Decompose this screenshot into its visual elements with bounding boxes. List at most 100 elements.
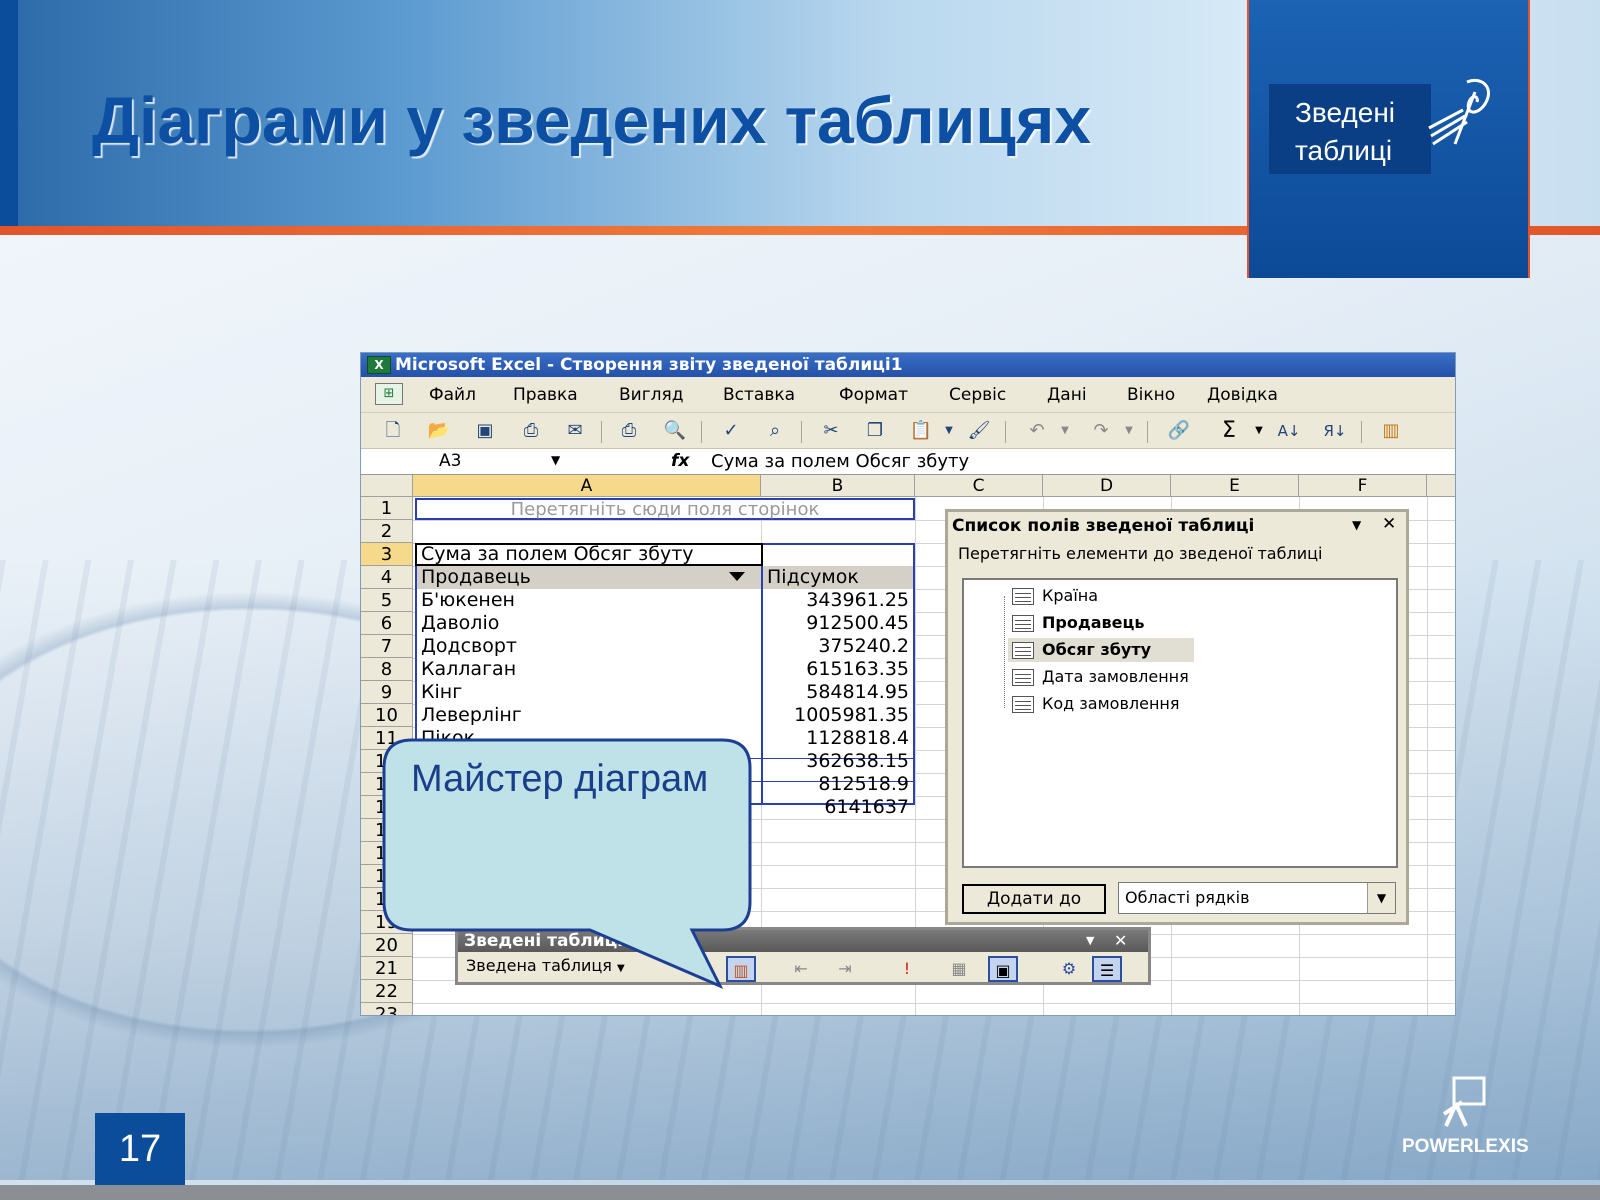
menu-insert[interactable]: Вставка	[723, 385, 795, 405]
row-field-label[interactable]: Продавець	[421, 566, 531, 589]
include-hidden-items-icon[interactable]: ▦	[944, 956, 974, 982]
refresh-data-icon[interactable]: !	[892, 956, 922, 982]
row-header[interactable]: 19	[361, 911, 413, 934]
paste-dropdown-icon[interactable]: ▼	[935, 418, 963, 444]
col-header-b[interactable]: B	[761, 475, 915, 497]
seller-name[interactable]: Б'юкенен	[421, 589, 515, 612]
sort-descending-icon[interactable]: Я↓	[1321, 418, 1349, 444]
add-to-button[interactable]: Додати до	[962, 884, 1106, 914]
hyperlink-icon[interactable]: 🔗	[1165, 418, 1193, 444]
always-display-items-icon[interactable]: ▣	[988, 956, 1018, 982]
row-header[interactable]: 9	[361, 681, 413, 704]
field-item[interactable]: Дата замовлення	[1008, 665, 1189, 689]
worksheet-grid[interactable]: A B C D E F 1 2 3 4 5 6 7 8 9 10 11 12 1…	[361, 475, 1455, 1015]
row-header[interactable]: 17	[361, 865, 413, 888]
seller-total[interactable]: 1128818.4	[765, 727, 909, 750]
col-header-d[interactable]: D	[1043, 475, 1171, 497]
row-header[interactable]: 14	[361, 796, 413, 819]
seller-total[interactable]: 584814.95	[765, 681, 909, 704]
page-drop-area[interactable]: Перетягніть сюди поля сторінок	[415, 498, 915, 520]
grand-total-value[interactable]: 6141637	[765, 796, 909, 819]
pivot-table-menu[interactable]: Зведена таблиця ▼	[466, 956, 625, 975]
field-list-menu-icon[interactable]: ▼	[1352, 518, 1361, 532]
seller-total[interactable]: 343961.25	[765, 589, 909, 612]
seller-name[interactable]: Кінг	[421, 681, 462, 704]
seller-total[interactable]: 912500.45	[765, 612, 909, 635]
area-select[interactable]: Області рядків ▼	[1118, 882, 1396, 914]
row-header[interactable]: 22	[361, 980, 413, 1003]
row-header[interactable]: 8	[361, 658, 413, 681]
field-item[interactable]: Продавець	[1008, 611, 1145, 635]
chart-wizard-icon[interactable]: ▥	[1377, 418, 1405, 444]
format-report-icon[interactable]: ▤	[686, 956, 716, 982]
toolbar-options-icon[interactable]: ▼	[1086, 930, 1094, 952]
redo-dropdown-icon[interactable]: ▼	[1115, 418, 1143, 444]
new-icon[interactable]: 🗋	[379, 418, 407, 444]
row-header[interactable]: 12	[361, 750, 413, 773]
row-header[interactable]: 23	[361, 1003, 413, 1015]
chevron-down-icon[interactable]: ▼	[1367, 883, 1395, 913]
menu-data[interactable]: Дані	[1047, 385, 1087, 405]
row-header[interactable]: 15	[361, 819, 413, 842]
menu-view[interactable]: Вигляд	[619, 385, 684, 405]
autosum-icon[interactable]: Σ	[1215, 418, 1243, 444]
name-box[interactable]: A3	[363, 450, 563, 473]
research-icon[interactable]: ⌕	[761, 418, 789, 444]
print-icon[interactable]: ⎙	[615, 418, 643, 444]
seller-total[interactable]: 1005981.35	[765, 704, 909, 727]
seller-name[interactable]: Даволіо	[421, 612, 499, 635]
row-header[interactable]: 18	[361, 888, 413, 911]
col-header-c[interactable]: C	[915, 475, 1043, 497]
col-header-a[interactable]: A	[413, 475, 761, 497]
row-header[interactable]: 4	[361, 566, 413, 589]
seller-name[interactable]: Каллаган	[421, 658, 516, 681]
paste-icon[interactable]: 📋	[907, 418, 935, 444]
fx-icon[interactable]: fx	[671, 451, 689, 471]
cut-icon[interactable]: ✂	[817, 418, 845, 444]
row-header[interactable]: 7	[361, 635, 413, 658]
field-item[interactable]: Код замовлення	[1008, 692, 1180, 716]
seller-total[interactable]: 375240.2	[765, 635, 909, 658]
col-header-e[interactable]: E	[1171, 475, 1299, 497]
seller-name[interactable]: Леверлінг	[421, 704, 522, 727]
row-header[interactable]: 1	[361, 497, 413, 520]
field-item[interactable]: Країна	[1008, 584, 1098, 608]
seller-total[interactable]: 812518.9	[765, 773, 909, 796]
spelling-icon[interactable]: ✓	[717, 418, 745, 444]
row-header[interactable]: 13	[361, 773, 413, 796]
row-header[interactable]: 11	[361, 727, 413, 750]
undo-dropdown-icon[interactable]: ▼	[1051, 418, 1079, 444]
chart-wizard-icon[interactable]: ▥	[726, 956, 756, 982]
print-preview-icon[interactable]: 🔍	[661, 418, 689, 444]
seller-name[interactable]: Додсворт	[421, 635, 517, 658]
row-header[interactable]: 5	[361, 589, 413, 612]
field-settings-icon[interactable]: ⚙	[1054, 956, 1084, 982]
row-header[interactable]: 6	[361, 612, 413, 635]
menu-help[interactable]: Довідка	[1207, 385, 1278, 405]
workbook-icon[interactable]: ⊞	[375, 383, 403, 405]
copy-icon[interactable]: ❐	[861, 418, 889, 444]
name-box-dropdown-icon[interactable]: ▼	[551, 453, 560, 467]
show-field-list-icon[interactable]: ☰	[1092, 956, 1122, 982]
redo-icon[interactable]: ↷	[1087, 418, 1115, 444]
close-icon[interactable]: ✕	[1114, 930, 1127, 952]
menu-edit[interactable]: Правка	[513, 385, 578, 405]
open-icon[interactable]: 📂	[425, 418, 453, 444]
hide-detail-icon[interactable]: ⇤	[786, 956, 816, 982]
menu-tools[interactable]: Сервіс	[949, 385, 1006, 405]
col-header-f[interactable]: F	[1299, 475, 1427, 497]
show-detail-icon[interactable]: ⇥	[830, 956, 860, 982]
row-header[interactable]: 2	[361, 520, 413, 543]
row-header[interactable]: 10	[361, 704, 413, 727]
select-all-corner[interactable]	[361, 475, 413, 497]
field-item-selected[interactable]: Обсяг збуту	[1008, 638, 1194, 662]
permission-icon[interactable]: ⎙	[517, 418, 545, 444]
row-header[interactable]: 16	[361, 842, 413, 865]
row-header[interactable]: 20	[361, 934, 413, 957]
menu-format[interactable]: Формат	[839, 385, 908, 405]
seller-name[interactable]: Пікок	[421, 727, 475, 750]
save-icon[interactable]: ▣	[471, 418, 499, 444]
menu-window[interactable]: Вікно	[1127, 385, 1175, 405]
total-header-label[interactable]: Підсумок	[767, 566, 859, 589]
close-icon[interactable]: ✕	[1382, 514, 1396, 534]
